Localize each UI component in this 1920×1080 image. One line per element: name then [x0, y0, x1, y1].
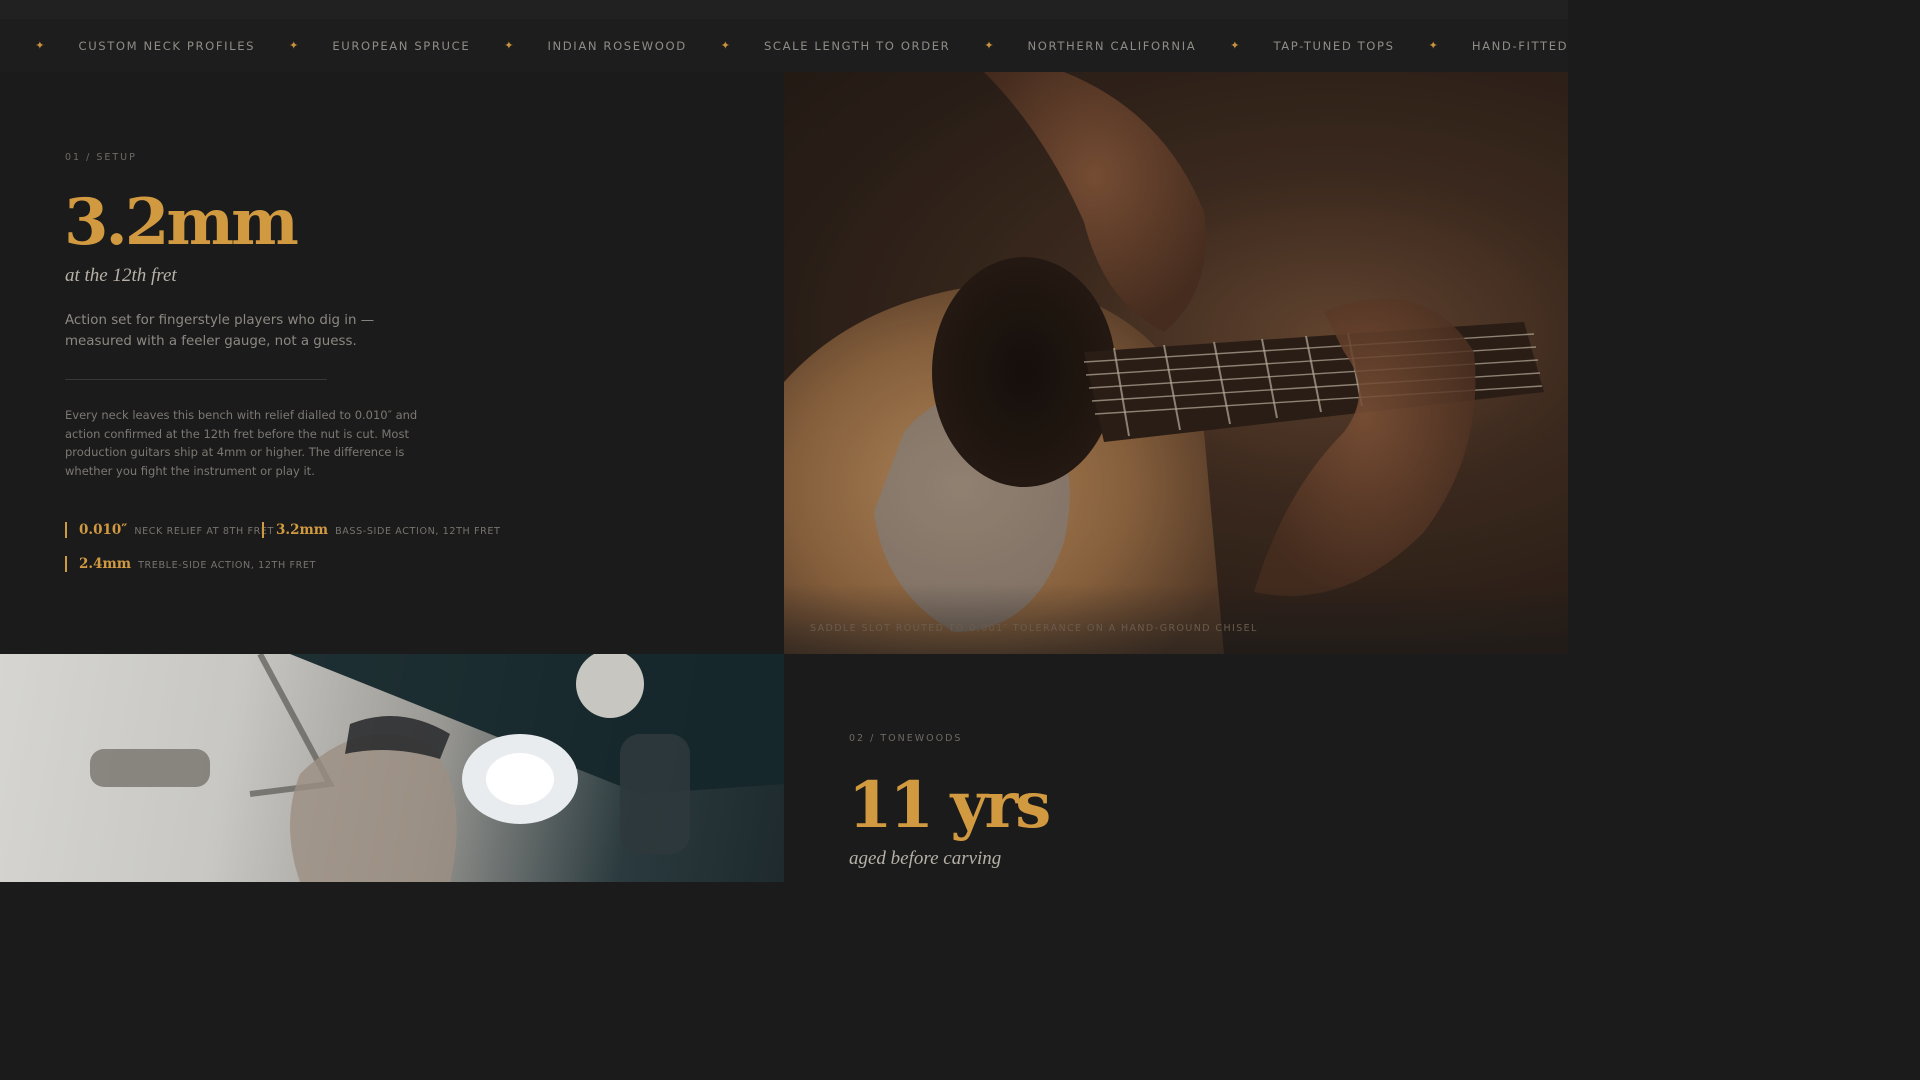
stat-bass-action: 3.2mm BASS-SIDE ACTION, 12TH FRET [262, 522, 501, 538]
ticker-item: INDIAN ROSEWOOD [547, 38, 687, 53]
stat-value: 0.010″ [79, 522, 128, 538]
setup-section: 01 / SETUP 3.2mm at the 12th fret Action… [0, 72, 784, 654]
stat-marker [65, 556, 67, 572]
luthier-workshop-photo [0, 654, 784, 882]
ticker-item: SCALE LENGTH TO ORDER [763, 38, 951, 53]
divider [65, 379, 327, 380]
star-icon: ✦ [1230, 39, 1240, 52]
ticker-item: SH [0, 39, 1, 53]
guitar-playing-photo [784, 72, 1568, 654]
workshop-photo-illustration [90, 654, 784, 882]
stat-label: BASS-SIDE ACTION, 12TH FRET [335, 526, 501, 537]
feature-ticker: SH ✦ CUSTOM NECK PROFILES ✦ EUROPEAN SPR… [0, 19, 1568, 73]
setup-body: Every neck leaves this bench with relief… [65, 408, 418, 478]
stat-label: NECK RELIEF AT 8TH FRET [134, 526, 274, 537]
stat-neck-relief: 0.010″ NECK RELIEF AT 8TH FRET [65, 522, 274, 538]
setup-subtitle: at the 12th fret [65, 265, 177, 286]
stat-label: TREBLE-SIDE ACTION, 12TH FRET [138, 560, 316, 571]
photo-gradient-overlay [784, 584, 1568, 654]
tonewoods-value: 11 yrs [848, 768, 1051, 843]
stat-value: 2.4mm [79, 556, 132, 572]
tonewoods-section: 02 / TONEWOODS 11 yrs aged before carvin… [784, 654, 1568, 882]
ticker-item: NORTHERN CALIFORNIA [1027, 38, 1197, 53]
section-eyebrow: 01 / SETUP [65, 152, 137, 163]
star-icon: ✦ [289, 39, 299, 52]
stat-marker [65, 522, 67, 538]
ticker-item: CUSTOM NECK PROFILES [78, 38, 256, 53]
star-icon: ✦ [1428, 39, 1438, 52]
stat-marker [262, 522, 264, 538]
ticker-item: TAP-TUNED TOPS [1273, 38, 1395, 53]
star-icon: ✦ [35, 39, 45, 52]
star-icon: ✦ [720, 39, 730, 52]
guitar-photo-illustration [784, 72, 1568, 654]
star-icon: ✦ [984, 39, 994, 52]
stat-value: 3.2mm [276, 522, 329, 538]
setup-lede: Action set for fingerstyle players who d… [65, 313, 375, 349]
ticker-item: HAND-FITTED BRIDGES [1471, 38, 1568, 53]
top-bar [0, 0, 1568, 19]
section-eyebrow: 02 / TONEWOODS [849, 733, 963, 744]
setup-value: 3.2mm [64, 185, 299, 260]
ticker-item: EUROPEAN SPRUCE [332, 38, 471, 53]
tonewoods-subtitle: aged before carving [849, 848, 1002, 869]
photo-caption: SADDLE SLOT ROUTED TO 0.001″ TOLERANCE O… [810, 623, 1258, 634]
stat-treble-action: 2.4mm TREBLE-SIDE ACTION, 12TH FRET [65, 556, 316, 572]
star-icon: ✦ [504, 39, 514, 52]
